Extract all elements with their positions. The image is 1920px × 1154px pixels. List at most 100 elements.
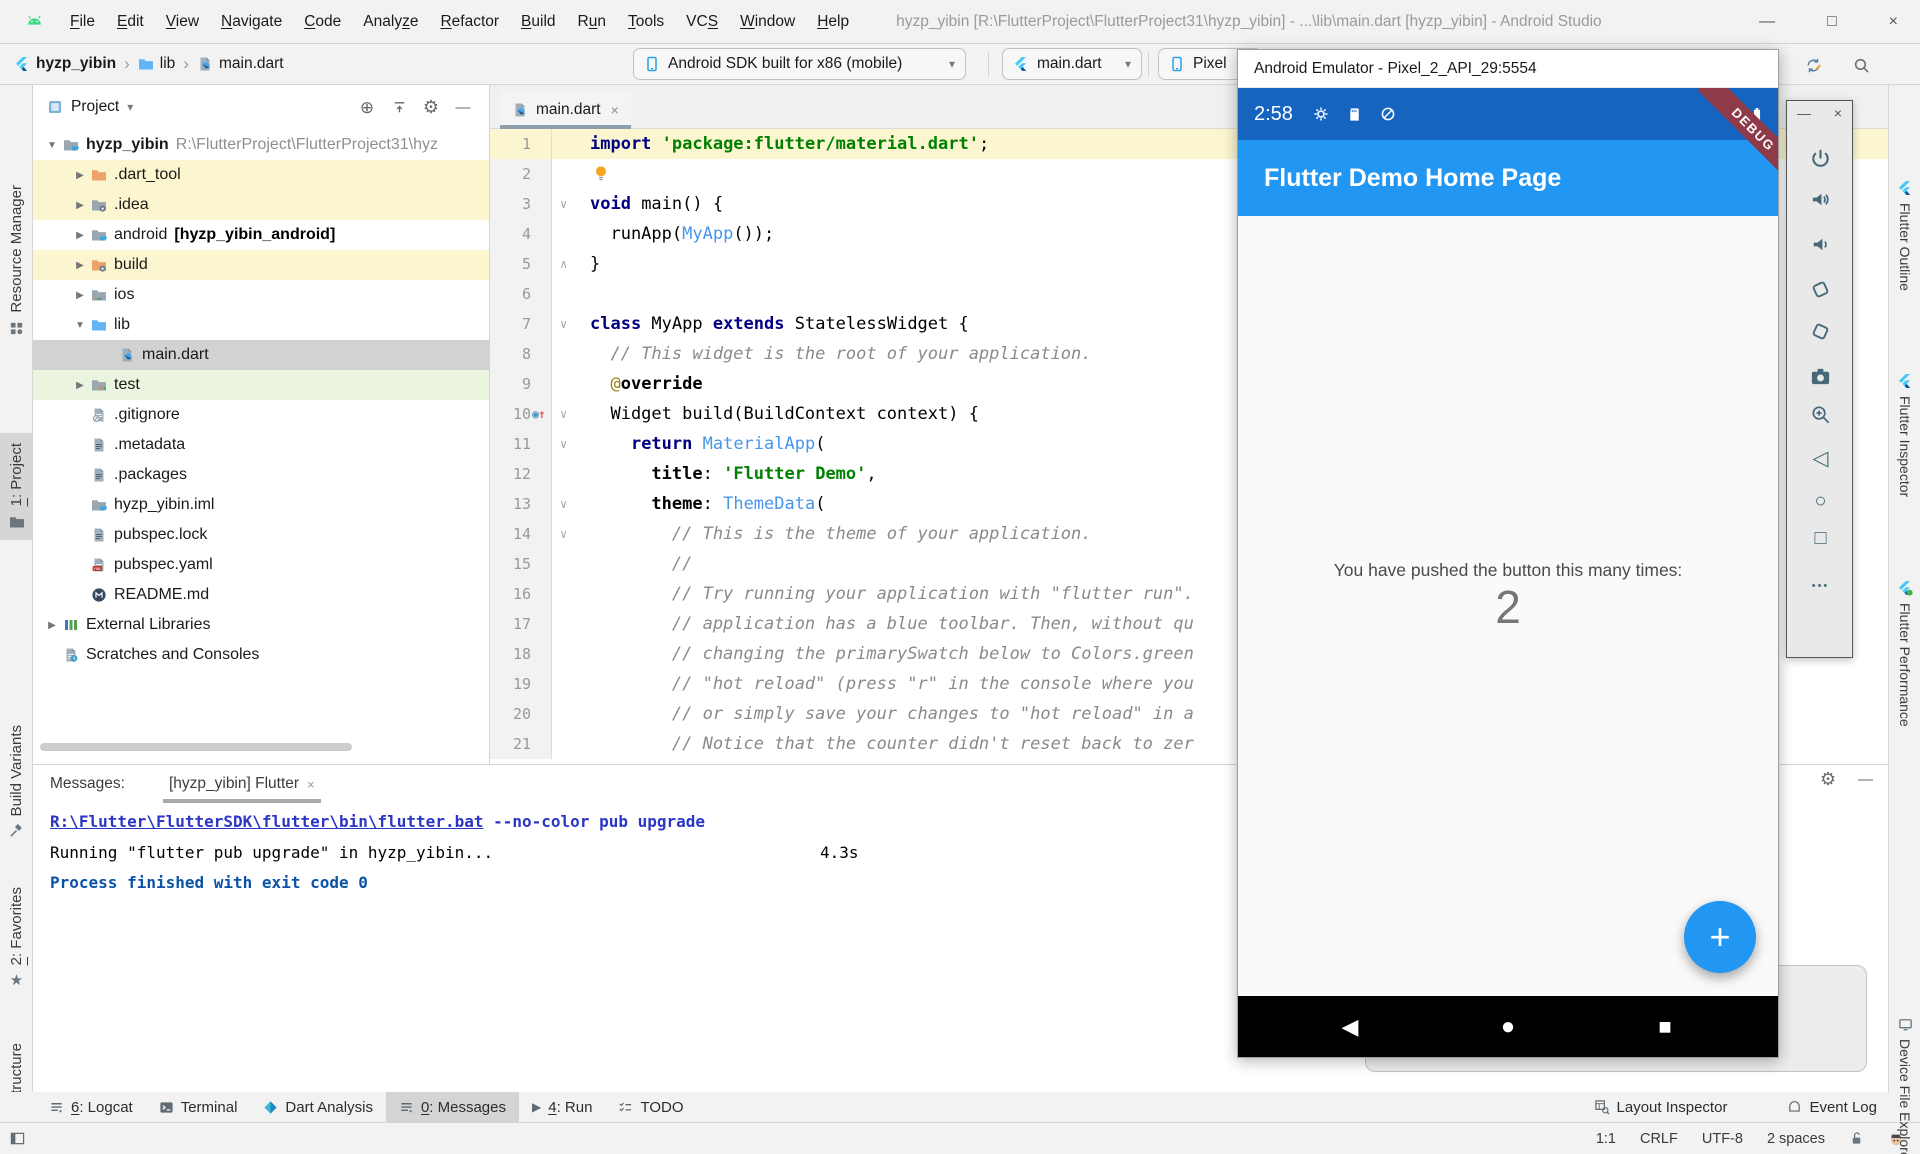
- device-selector[interactable]: Android SDK built for x86 (mobile) ▾: [633, 48, 966, 80]
- minimize-button[interactable]: —: [1797, 105, 1811, 121]
- close-icon[interactable]: ×: [611, 102, 619, 118]
- tree-item-hyzp-yibin-iml[interactable]: hyzp_yibin.iml: [33, 490, 490, 520]
- tree-item-main-dart[interactable]: main.dart: [33, 340, 490, 370]
- fold-marker-icon[interactable]: ∧: [560, 249, 567, 279]
- menu-help[interactable]: Help: [806, 13, 860, 31]
- zoom-button[interactable]: [1787, 402, 1854, 426]
- horizontal-scrollbar[interactable]: [40, 743, 352, 751]
- close-icon[interactable]: ×: [307, 777, 315, 792]
- console-link[interactable]: R:\Flutter\FlutterSDK\flutter\bin\flutte…: [50, 812, 483, 831]
- intention-bulb-icon[interactable]: [592, 164, 610, 182]
- tree-item-external-libraries[interactable]: ▶External Libraries: [33, 610, 490, 640]
- overview-nav-button[interactable]: ■: [1645, 996, 1685, 1057]
- more-button[interactable]: •••: [1787, 574, 1854, 598]
- locate-file-button[interactable]: ⊕: [355, 99, 379, 116]
- menu-edit[interactable]: Edit: [106, 13, 155, 31]
- chevron-expanded-icon[interactable]: ▼: [41, 140, 63, 151]
- breadcrumb-item[interactable]: main.dart: [197, 55, 284, 73]
- file-encoding[interactable]: UTF-8: [1702, 1131, 1743, 1147]
- tool-strip-build-variants[interactable]: Build Variants: [0, 725, 33, 839]
- tool-button-terminal[interactable]: Terminal: [146, 1092, 251, 1122]
- tool-button-6-logcat[interactable]: 6: Logcat: [36, 1092, 146, 1122]
- settings-gear-icon[interactable]: ⚙: [1820, 770, 1836, 788]
- tree-item-readme-md[interactable]: README.md: [33, 580, 490, 610]
- menu-window[interactable]: Window: [729, 13, 806, 31]
- tree-item--metadata[interactable]: .metadata: [33, 430, 490, 460]
- fold-marker-icon[interactable]: ∨: [560, 399, 567, 429]
- tree-item-scratches-and-consoles[interactable]: Scratches and Consoles: [33, 640, 490, 670]
- tree-item-pubspec-lock[interactable]: pubspec.lock: [33, 520, 490, 550]
- tree-item-build[interactable]: ▶build: [33, 250, 490, 280]
- rotate-left-button[interactable]: [1787, 277, 1854, 301]
- fold-marker-icon[interactable]: ∨: [560, 519, 567, 549]
- tree-item-hyzp-yibin[interactable]: ▼hyzp_yibinR:\FlutterProject\FlutterProj…: [33, 130, 490, 160]
- collapse-all-button[interactable]: [387, 100, 411, 115]
- menu-analyze[interactable]: Analyze: [352, 13, 429, 31]
- tree-item-android[interactable]: ▶android[hyzp_yibin_android]: [33, 220, 490, 250]
- tool-button-todo[interactable]: TODO: [605, 1092, 696, 1122]
- chevron-collapsed-icon[interactable]: ▶: [69, 260, 91, 271]
- menu-tools[interactable]: Tools: [617, 13, 675, 31]
- fold-marker-icon[interactable]: ∨: [560, 489, 567, 519]
- chevron-expanded-icon[interactable]: ▼: [69, 320, 91, 331]
- project-panel-title[interactable]: Project: [71, 98, 119, 116]
- indent-setting[interactable]: 2 spaces: [1767, 1131, 1825, 1147]
- back-button[interactable]: ◁: [1787, 446, 1854, 470]
- menu-run[interactable]: Run: [567, 13, 617, 31]
- tree-item--packages[interactable]: .packages: [33, 460, 490, 490]
- breadcrumb-item[interactable]: hyzp_yibin: [14, 55, 116, 73]
- back-nav-button[interactable]: ◀: [1330, 996, 1370, 1057]
- volume-down-button[interactable]: [1787, 232, 1854, 256]
- tree-item-test[interactable]: ▶test: [33, 370, 490, 400]
- tool-button-4-run[interactable]: ▶4: Run: [519, 1092, 605, 1122]
- tool-button-event-log[interactable]: Event Log: [1774, 1092, 1890, 1122]
- tree-item-ios[interactable]: ▶ios: [33, 280, 490, 310]
- override-marker-icon[interactable]: ◉↑: [532, 399, 544, 429]
- tree-item--gitignore[interactable]: .gitignore: [33, 400, 490, 430]
- menu-refactor[interactable]: Refactor: [429, 13, 510, 31]
- hide-panel-button[interactable]: —: [451, 100, 475, 115]
- tool-strip-flutter-outline[interactable]: Flutter Outline: [1889, 180, 1920, 291]
- chevron-down-icon[interactable]: ▾: [127, 100, 133, 114]
- sync-project-button[interactable]: [1801, 54, 1825, 76]
- chevron-collapsed-icon[interactable]: ▶: [69, 380, 91, 391]
- tool-strip-flutter-inspector[interactable]: Flutter Inspector: [1889, 373, 1920, 497]
- power-button[interactable]: [1787, 146, 1854, 170]
- tool-strip-flutter-performance[interactable]: Flutter Performance: [1889, 580, 1920, 727]
- chevron-collapsed-icon[interactable]: ▶: [69, 290, 91, 301]
- run-config-selector[interactable]: main.dart ▾: [1002, 48, 1142, 80]
- rotate-right-button[interactable]: [1787, 319, 1854, 343]
- maximize-button[interactable]: □: [1827, 13, 1837, 31]
- chevron-collapsed-icon[interactable]: ▶: [69, 230, 91, 241]
- tool-strip-2-favorites[interactable]: 2: Favorites★: [0, 887, 33, 988]
- hide-panel-button[interactable]: —: [1858, 770, 1873, 788]
- tool-strip-device-file-explorer[interactable]: Device File Explorer: [1889, 1017, 1920, 1154]
- fold-marker-icon[interactable]: ∨: [560, 429, 567, 459]
- menu-code[interactable]: Code: [293, 13, 352, 31]
- search-everywhere-button[interactable]: [1849, 54, 1873, 76]
- fold-marker-icon[interactable]: ∨: [560, 189, 567, 219]
- screenshot-button[interactable]: [1787, 364, 1854, 388]
- menu-navigate[interactable]: Navigate: [210, 13, 293, 31]
- menu-view[interactable]: View: [155, 13, 210, 31]
- menu-vcs[interactable]: VCS: [675, 13, 729, 31]
- chevron-collapsed-icon[interactable]: ▶: [41, 620, 63, 631]
- overview-button[interactable]: □: [1787, 526, 1854, 550]
- tree-item-lib[interactable]: ▼lib: [33, 310, 490, 340]
- minimize-button[interactable]: —: [1759, 13, 1775, 31]
- menu-build[interactable]: Build: [510, 13, 566, 31]
- tool-button-dart-analysis[interactable]: Dart Analysis: [250, 1092, 386, 1122]
- home-button[interactable]: ○: [1787, 489, 1854, 513]
- tab-main-dart[interactable]: main.dart ×: [500, 90, 631, 129]
- chevron-collapsed-icon[interactable]: ▶: [69, 170, 91, 181]
- tree-item-pubspec-yaml[interactable]: YMLpubspec.yaml: [33, 550, 490, 580]
- settings-gear-icon[interactable]: ⚙: [419, 98, 443, 116]
- increment-fab-button[interactable]: +: [1684, 901, 1756, 973]
- chevron-collapsed-icon[interactable]: ▶: [69, 200, 91, 211]
- tool-windows-toggle-icon[interactable]: [10, 1131, 25, 1146]
- unlock-icon[interactable]: [1849, 1131, 1864, 1146]
- close-button[interactable]: ×: [1889, 13, 1898, 31]
- breadcrumb-item[interactable]: lib: [138, 55, 176, 73]
- menu-file[interactable]: File: [59, 13, 106, 31]
- close-button[interactable]: ×: [1834, 105, 1842, 121]
